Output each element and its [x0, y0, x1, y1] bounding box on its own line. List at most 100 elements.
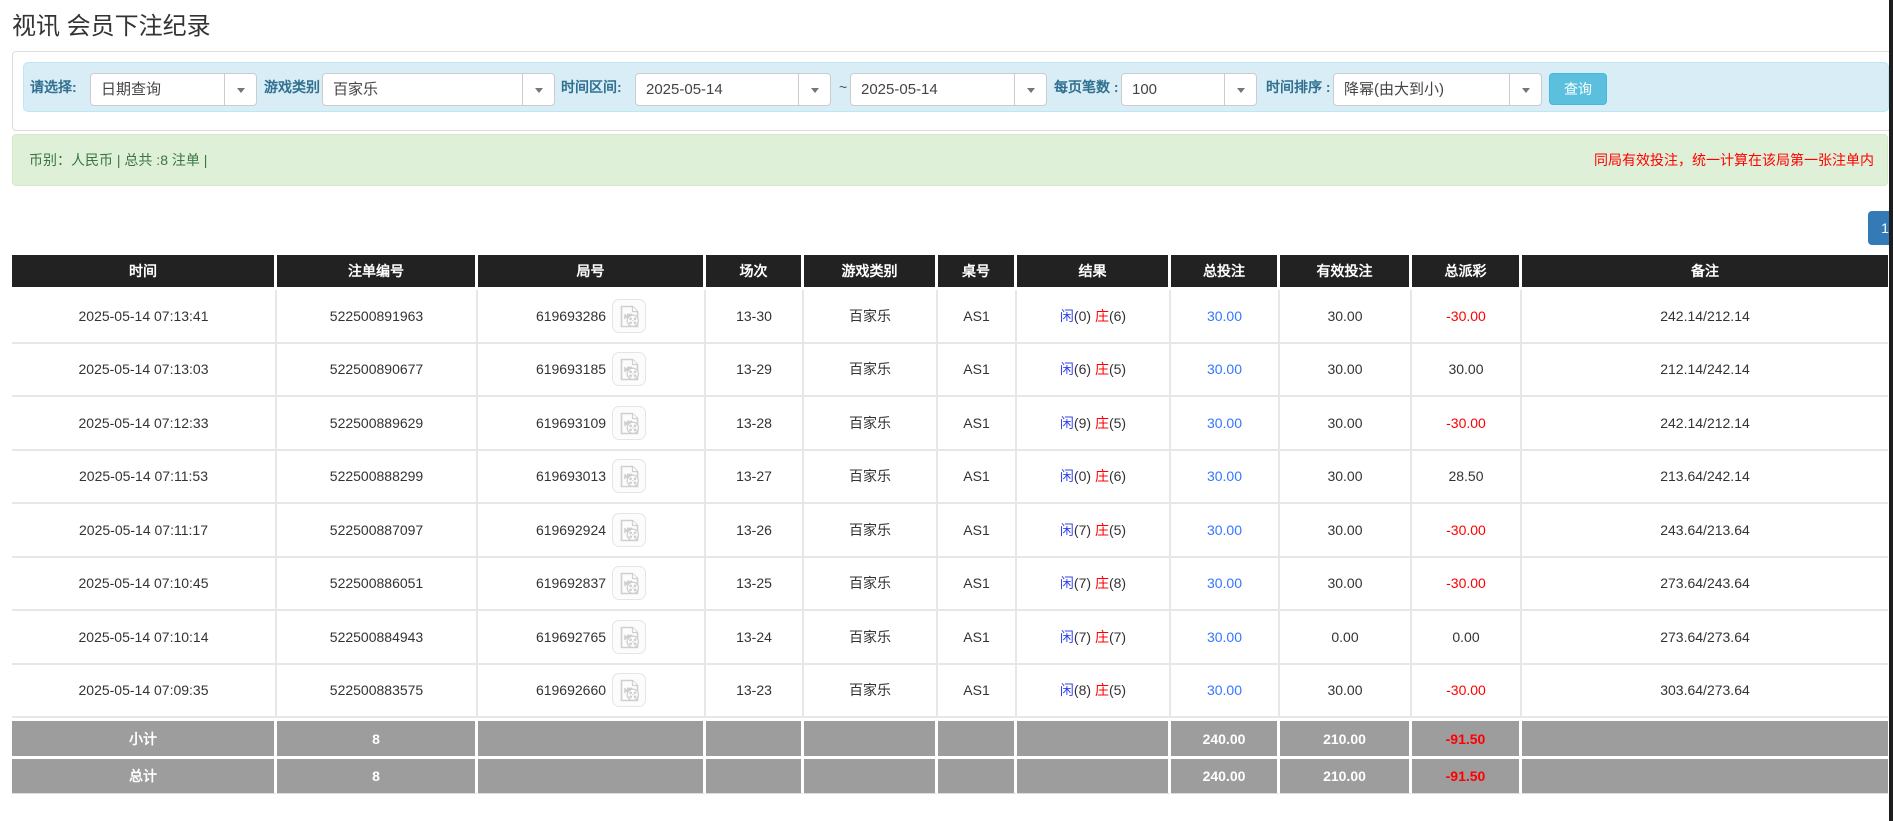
cell-game: 百家乐: [804, 664, 938, 718]
total-bet-link[interactable]: 30.00: [1207, 308, 1242, 324]
cell-bet-id: 522500888299: [277, 450, 478, 504]
total-bet-link[interactable]: 30.00: [1207, 629, 1242, 645]
chevron-down-icon[interactable]: [224, 74, 256, 105]
total-bet-link[interactable]: 30.00: [1207, 522, 1242, 538]
cell-bet-id: 522500889629: [277, 397, 478, 451]
cell-game: 百家乐: [804, 450, 938, 504]
table-header-row: 时间 注单编号 局号 场次 游戏类别 桌号 结果 总投注 有效投注 总派彩 备注: [12, 255, 1888, 290]
cell-game: 百家乐: [804, 557, 938, 611]
round-id: 619692837: [535, 575, 607, 592]
cell-bet-id: 522500886051: [277, 557, 478, 611]
cell-result: 闲(9) 庄(5): [1017, 397, 1171, 451]
cell-time: 2025-05-14 07:11:17: [12, 504, 277, 558]
scrollbar-strip[interactable]: [1889, 0, 1893, 821]
query-type-select[interactable]: 日期查询: [90, 73, 257, 106]
video-icon[interactable]: [612, 673, 647, 708]
result-banker-score: (5): [1108, 414, 1127, 431]
cell-bet-id: 522500884943: [277, 611, 478, 665]
date-to-value: 2025-05-14: [861, 81, 938, 98]
cell-table: AS1: [938, 450, 1017, 504]
cell-total-bet: 30.00: [1171, 290, 1280, 344]
cell-remark: 213.64/242.14: [1522, 450, 1888, 504]
table-row: 2025-05-14 07:11:17 522500887097 6196929…: [12, 504, 1888, 558]
cell-bet-id: 522500883575: [277, 664, 478, 718]
cell-remark: 243.64/213.64: [1522, 504, 1888, 558]
cell-valid-bet: 30.00: [1280, 450, 1412, 504]
cell-payout: -30.00: [1412, 557, 1522, 611]
col-header-total-bet: 总投注: [1171, 255, 1280, 290]
cell-total-bet: 30.00: [1171, 504, 1280, 558]
cell-remark: 212.14/242.14: [1522, 343, 1888, 397]
result-player: 闲: [1059, 414, 1074, 431]
video-icon[interactable]: [612, 352, 647, 387]
video-icon[interactable]: [612, 512, 647, 547]
result-player: 闲: [1059, 361, 1074, 378]
chevron-down-icon[interactable]: [522, 74, 554, 105]
cell-table: AS1: [938, 557, 1017, 611]
time-sort-select[interactable]: 降幂(由大到小): [1333, 73, 1542, 106]
cell-round: 619693109: [478, 397, 706, 451]
result-player-score: (0): [1073, 468, 1092, 485]
game-type-label: 游戏类别: [264, 79, 320, 95]
cell-round: 619692660: [478, 664, 706, 718]
total-bet-link[interactable]: 30.00: [1207, 575, 1242, 591]
video-icon[interactable]: [612, 405, 647, 440]
cell-bet-id: 522500891963: [277, 290, 478, 344]
chevron-down-icon[interactable]: [798, 74, 830, 105]
video-icon[interactable]: [612, 619, 647, 654]
cell-result: 闲(0) 庄(6): [1017, 450, 1171, 504]
range-tilde: ~: [839, 79, 848, 95]
video-icon[interactable]: [612, 566, 647, 601]
cell-session: 13-24: [706, 611, 804, 665]
table-row: 2025-05-14 07:09:35 522500883575 6196926…: [12, 664, 1888, 718]
cell-result: 闲(7) 庄(7): [1017, 611, 1171, 665]
page-title: 视讯 会员下注纪录: [12, 13, 211, 40]
total-bet-link[interactable]: 30.00: [1207, 361, 1242, 377]
col-header-session: 场次: [706, 255, 804, 290]
result-banker: 庄: [1094, 414, 1109, 431]
select-type-label: 请选择:: [30, 79, 77, 95]
result-player: 闲: [1059, 468, 1074, 485]
video-icon[interactable]: [612, 298, 647, 333]
result-player: 闲: [1059, 682, 1074, 699]
cell-table: AS1: [938, 290, 1017, 344]
cell-valid-bet: 30.00: [1280, 343, 1412, 397]
subtotal-label: 小计: [12, 718, 277, 756]
cell-total-bet: 30.00: [1171, 611, 1280, 665]
result-banker: 庄: [1094, 682, 1109, 699]
video-icon[interactable]: [612, 459, 647, 494]
cell-session: 13-30: [706, 290, 804, 344]
total-payout: -91.50: [1412, 756, 1522, 794]
col-header-table: 桌号: [938, 255, 1017, 290]
game-type-select[interactable]: 百家乐: [322, 73, 555, 106]
cell-remark: 273.64/273.64: [1522, 611, 1888, 665]
result-player-score: (7): [1073, 575, 1092, 592]
page-size-select[interactable]: 100: [1121, 73, 1257, 106]
subtotal-payout: -91.50: [1412, 718, 1522, 756]
subtotal-total-bet: 240.00: [1171, 718, 1280, 756]
chevron-down-icon[interactable]: [1509, 74, 1541, 105]
chevron-down-icon[interactable]: [1224, 74, 1256, 105]
chevron-down-icon[interactable]: [1014, 74, 1046, 105]
total-label: 总计: [12, 756, 277, 794]
result-banker-score: (8): [1108, 575, 1127, 592]
cell-game: 百家乐: [804, 504, 938, 558]
cell-valid-bet: 30.00: [1280, 664, 1412, 718]
cell-payout: -30.00: [1412, 504, 1522, 558]
result-player: 闲: [1059, 307, 1074, 324]
table-body: 2025-05-14 07:13:41 522500891963 6196932…: [12, 290, 1888, 718]
total-bet-link[interactable]: 30.00: [1207, 415, 1242, 431]
date-from-select[interactable]: 2025-05-14: [635, 73, 831, 106]
search-button[interactable]: 查询: [1549, 73, 1607, 105]
total-valid-bet: 210.00: [1280, 756, 1412, 794]
total-bet-link[interactable]: 30.00: [1207, 682, 1242, 698]
result-banker: 庄: [1094, 521, 1109, 538]
date-to-select[interactable]: 2025-05-14: [850, 73, 1047, 106]
col-header-result: 结果: [1017, 255, 1171, 290]
cell-table: AS1: [938, 664, 1017, 718]
result-banker: 庄: [1094, 307, 1109, 324]
result-player-score: (7): [1073, 628, 1092, 645]
cell-remark: 303.64/273.64: [1522, 664, 1888, 718]
total-bet-link[interactable]: 30.00: [1207, 468, 1242, 484]
table-row: 2025-05-14 07:13:03 522500890677 6196931…: [12, 343, 1888, 397]
